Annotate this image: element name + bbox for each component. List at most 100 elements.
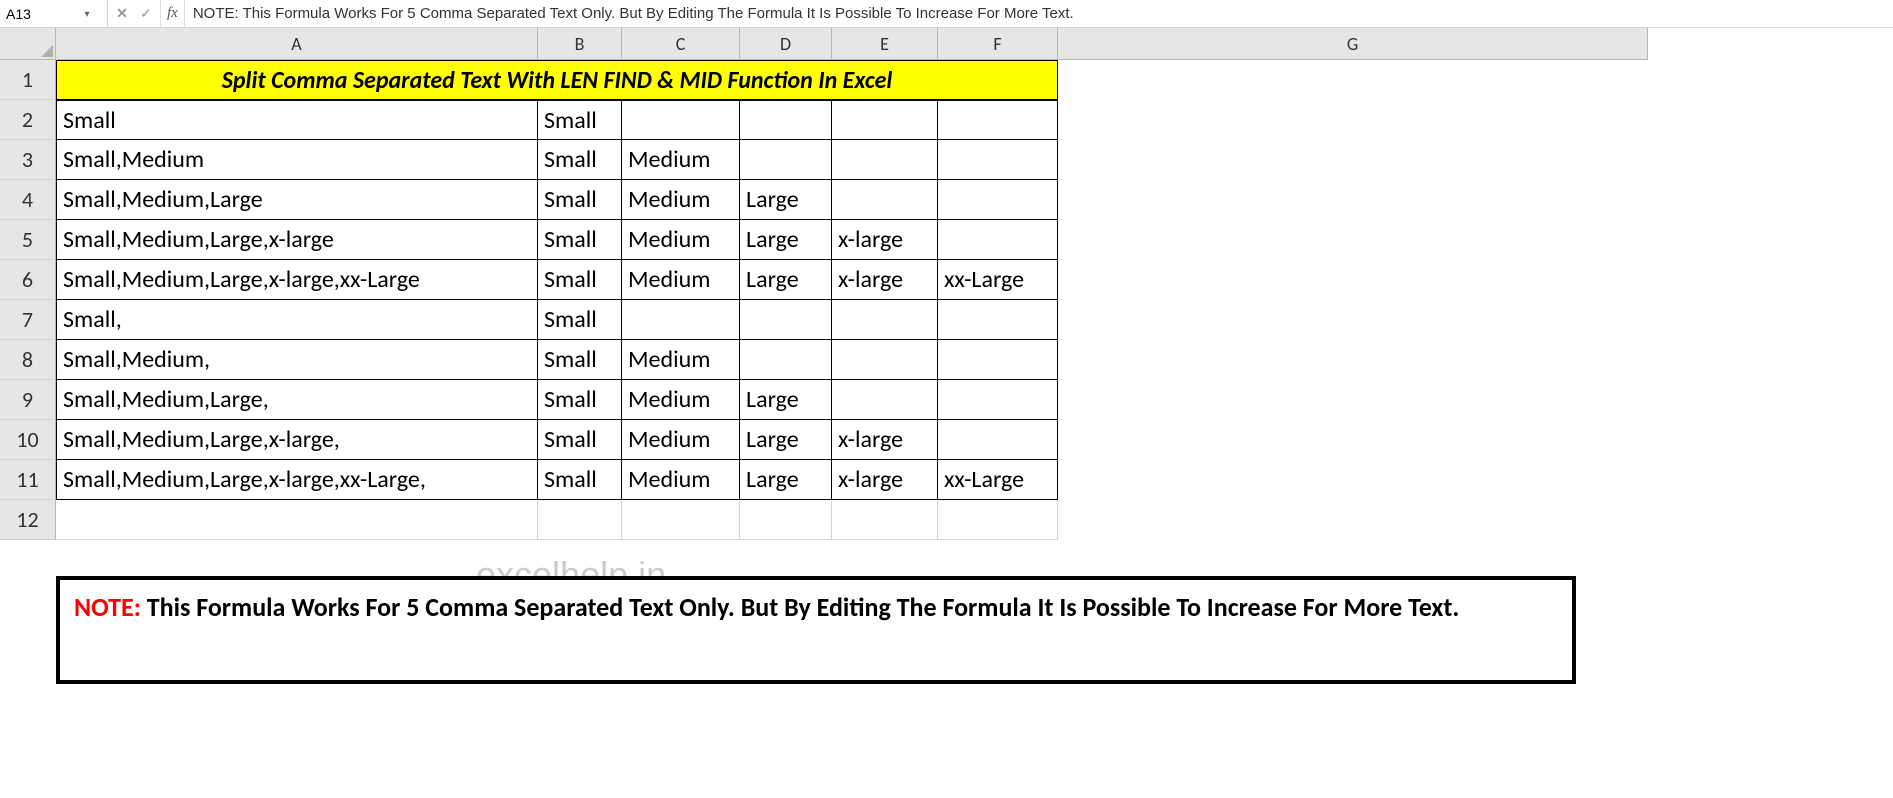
cell-A8[interactable]: Small,Medium, [56,340,538,380]
row-header-4[interactable]: 4 [0,180,56,220]
cell-D9[interactable]: Large [740,380,832,420]
cell-F5[interactable] [938,220,1058,260]
cell-D3[interactable] [740,140,832,180]
cell-C9[interactable]: Medium [622,380,740,420]
col-header-C[interactable]: C [622,28,740,60]
cell-F12[interactable] [938,500,1058,540]
cell-B6[interactable]: Small [538,260,622,300]
cell-F10[interactable] [938,420,1058,460]
cell-A5[interactable]: Small,Medium,Large,x-large [56,220,538,260]
cell-D7[interactable] [740,300,832,340]
cell-C4[interactable]: Medium [622,180,740,220]
name-box[interactable] [0,3,78,25]
cell-B12[interactable] [538,500,622,540]
note-box[interactable]: NOTE: This Formula Works For 5 Comma Sep… [56,576,1576,684]
col-header-A[interactable]: A [56,28,538,60]
cell-C10[interactable]: Medium [622,420,740,460]
cell-A2[interactable]: Small [56,100,538,140]
cell-D10[interactable]: Large [740,420,832,460]
row-header-3[interactable]: 3 [0,140,56,180]
cell-C8[interactable]: Medium [622,340,740,380]
cell-D12[interactable] [740,500,832,540]
col-header-F[interactable]: F [938,28,1058,60]
row-header-8[interactable]: 8 [0,340,56,380]
cell-E7[interactable] [832,300,938,340]
name-box-dropdown-icon[interactable]: ▾ [78,3,96,25]
cell-B3[interactable]: Small [538,140,622,180]
cell-C5[interactable]: Medium [622,220,740,260]
cell-E2[interactable] [832,100,938,140]
row-header-10[interactable]: 10 [0,420,56,460]
cell-C11[interactable]: Medium [622,460,740,500]
cell-B5[interactable]: Small [538,220,622,260]
cell-D6[interactable]: Large [740,260,832,300]
cell-D4[interactable]: Large [740,180,832,220]
cell-B4[interactable]: Small [538,180,622,220]
select-all-corner[interactable] [0,28,56,60]
cell-D1[interactable] [740,60,832,100]
row-header-6[interactable]: 6 [0,260,56,300]
cell-D8[interactable] [740,340,832,380]
cell-A4[interactable]: Small,Medium,Large [56,180,538,220]
cell-C7[interactable] [622,300,740,340]
cell-E11[interactable]: x-large [832,460,938,500]
cell-A3[interactable]: Small,Medium [56,140,538,180]
cell-C2[interactable] [622,100,740,140]
cell-E1[interactable] [832,60,938,100]
cell-E4[interactable] [832,180,938,220]
row-header-12[interactable]: 12 [0,500,56,540]
row-header-7[interactable]: 7 [0,300,56,340]
cell-C12[interactable] [622,500,740,540]
row-header-11[interactable]: 11 [0,460,56,500]
cell-D5[interactable]: Large [740,220,832,260]
formula-bar: ▾ ✕ ✓ fx [0,0,1893,28]
cell-E12[interactable] [832,500,938,540]
cell-B1[interactable] [538,60,622,100]
col-header-G[interactable]: G [1058,28,1648,60]
cell-F2[interactable] [938,100,1058,140]
cell-C3[interactable]: Medium [622,140,740,180]
fx-icon[interactable]: fx [160,0,185,27]
cell-F1[interactable] [938,60,1058,100]
cell-A10[interactable]: Small,Medium,Large,x-large, [56,420,538,460]
cell-B7[interactable]: Small [538,300,622,340]
formula-input[interactable] [185,3,1893,25]
cell-F4[interactable] [938,180,1058,220]
row-header-2[interactable]: 2 [0,100,56,140]
col-header-E[interactable]: E [832,28,938,60]
title-cell[interactable] [622,60,740,100]
row-header-1[interactable]: 1 [0,60,56,100]
cell-F8[interactable] [938,340,1058,380]
cell-E8[interactable] [832,340,938,380]
cell-D2[interactable] [740,100,832,140]
cell-F6[interactable]: xx-Large [938,260,1058,300]
cell-E6[interactable]: x-large [832,260,938,300]
cell-D11[interactable]: Large [740,460,832,500]
cell-F9[interactable] [938,380,1058,420]
cell-E9[interactable] [832,380,938,420]
cell-C6[interactable]: Medium [622,260,740,300]
enter-icon[interactable]: ✓ [136,4,156,24]
cell-F3[interactable] [938,140,1058,180]
row-header-5[interactable]: 5 [0,220,56,260]
cancel-icon[interactable]: ✕ [112,4,132,24]
cell-A12[interactable] [56,500,538,540]
cell-A9[interactable]: Small,Medium,Large, [56,380,538,420]
cell-E10[interactable]: x-large [832,420,938,460]
cell-F7[interactable] [938,300,1058,340]
row-header-9[interactable]: 9 [0,380,56,420]
cell-B8[interactable]: Small [538,340,622,380]
cell-E3[interactable] [832,140,938,180]
cell-B10[interactable]: Small [538,420,622,460]
cell-B11[interactable]: Small [538,460,622,500]
col-header-D[interactable]: D [740,28,832,60]
cell-E5[interactable]: x-large [832,220,938,260]
cell-A7[interactable]: Small, [56,300,538,340]
cell-A6[interactable]: Small,Medium,Large,x-large,xx-Large [56,260,538,300]
col-header-B[interactable]: B [538,28,622,60]
cell-B2[interactable]: Small [538,100,622,140]
cell-B9[interactable]: Small [538,380,622,420]
cell-A1[interactable] [56,60,538,100]
cell-A11[interactable]: Small,Medium,Large,x-large,xx-Large, [56,460,538,500]
cell-F11[interactable]: xx-Large [938,460,1058,500]
